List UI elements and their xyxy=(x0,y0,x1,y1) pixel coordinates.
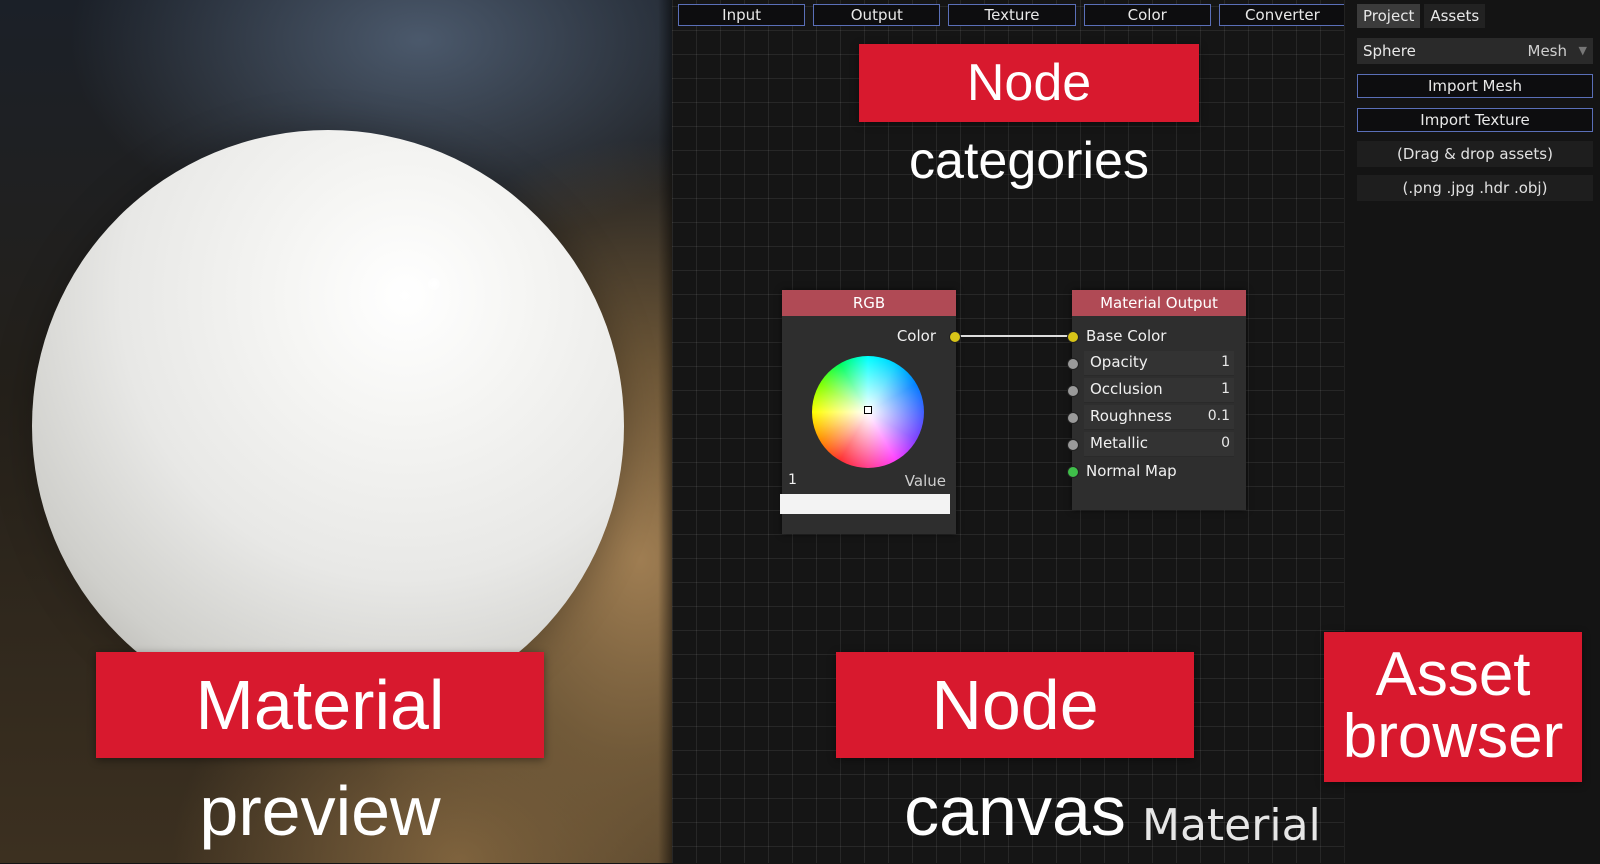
value-label: Value xyxy=(904,472,946,490)
import-texture-button[interactable]: Import Texture xyxy=(1357,108,1593,132)
asset-browser-tabs: Project Assets xyxy=(1357,4,1486,28)
opacity-value: 1 xyxy=(1221,354,1230,370)
material-output-node[interactable]: Material Output Base Color Opacity 1 Occ… xyxy=(1067,290,1246,510)
rgb-node[interactable]: RGB Color 1 Value xyxy=(780,290,961,534)
base-color-input-label: Base Color xyxy=(1086,327,1167,345)
preview-sphere xyxy=(32,130,624,722)
canvas-material-label: Material xyxy=(1142,800,1321,851)
chevron-down-icon: ▼ xyxy=(1578,44,1587,57)
color-wheel-cursor[interactable] xyxy=(864,406,872,414)
callout-node-categories: Node categories xyxy=(859,44,1199,190)
occlusion-label: Occlusion xyxy=(1090,380,1163,398)
opacity-label: Opacity xyxy=(1090,353,1148,371)
metallic-input-socket[interactable] xyxy=(1067,439,1079,451)
occlusion-value: 1 xyxy=(1221,381,1230,397)
mesh-select-type: Mesh xyxy=(1527,42,1568,60)
file-formats-hint: (.png .jpg .hdr .obj) xyxy=(1357,175,1593,201)
normal-map-input-socket[interactable] xyxy=(1067,466,1079,478)
occlusion-input-socket[interactable] xyxy=(1067,385,1079,397)
import-mesh-button[interactable]: Import Mesh xyxy=(1357,74,1593,98)
opacity-input-socket[interactable] xyxy=(1067,358,1079,370)
category-texture-button[interactable]: Texture xyxy=(948,4,1076,26)
drag-drop-hint: (Drag & drop assets) xyxy=(1357,141,1593,167)
base-color-input-socket[interactable] xyxy=(1067,331,1079,343)
tab-project[interactable]: Project xyxy=(1357,4,1421,28)
callout-material-preview: Material preview xyxy=(96,652,544,850)
roughness-input-socket[interactable] xyxy=(1067,412,1079,424)
callout-asset-browser: Asset browser xyxy=(1324,632,1582,782)
metallic-label: Metallic xyxy=(1090,434,1148,452)
tab-assets[interactable]: Assets xyxy=(1424,4,1486,28)
roughness-label: Roughness xyxy=(1090,407,1172,425)
mesh-select-value: Sphere xyxy=(1363,42,1416,60)
specular-highlight xyxy=(428,278,440,290)
rgb-color-output-socket[interactable] xyxy=(949,331,961,343)
category-output-button[interactable]: Output xyxy=(813,4,941,26)
metallic-value: 0 xyxy=(1221,435,1230,451)
value-number: 1 xyxy=(788,472,797,488)
roughness-value: 0.1 xyxy=(1207,408,1230,424)
category-input-button[interactable]: Input xyxy=(678,4,806,26)
value-slider[interactable] xyxy=(780,494,950,514)
rgb-color-output-label: Color xyxy=(896,327,936,345)
opacity-field[interactable]: Opacity 1 xyxy=(1084,351,1234,376)
metallic-field[interactable]: Metallic 0 xyxy=(1084,432,1234,457)
mesh-select-dropdown[interactable]: Sphere Mesh ▼ xyxy=(1357,38,1593,64)
rgb-node-title[interactable]: RGB xyxy=(782,290,956,316)
callout-node-canvas: Node canvas xyxy=(836,652,1194,850)
material-output-title[interactable]: Material Output xyxy=(1072,290,1246,316)
node-category-bar: Input Output Texture Color Converter xyxy=(678,4,1347,28)
occlusion-field[interactable]: Occlusion 1 xyxy=(1084,378,1234,403)
normal-map-input-label: Normal Map xyxy=(1086,462,1177,480)
category-converter-button[interactable]: Converter xyxy=(1218,4,1347,26)
roughness-field[interactable]: Roughness 0.1 xyxy=(1084,405,1234,430)
category-color-button[interactable]: Color xyxy=(1083,4,1211,26)
